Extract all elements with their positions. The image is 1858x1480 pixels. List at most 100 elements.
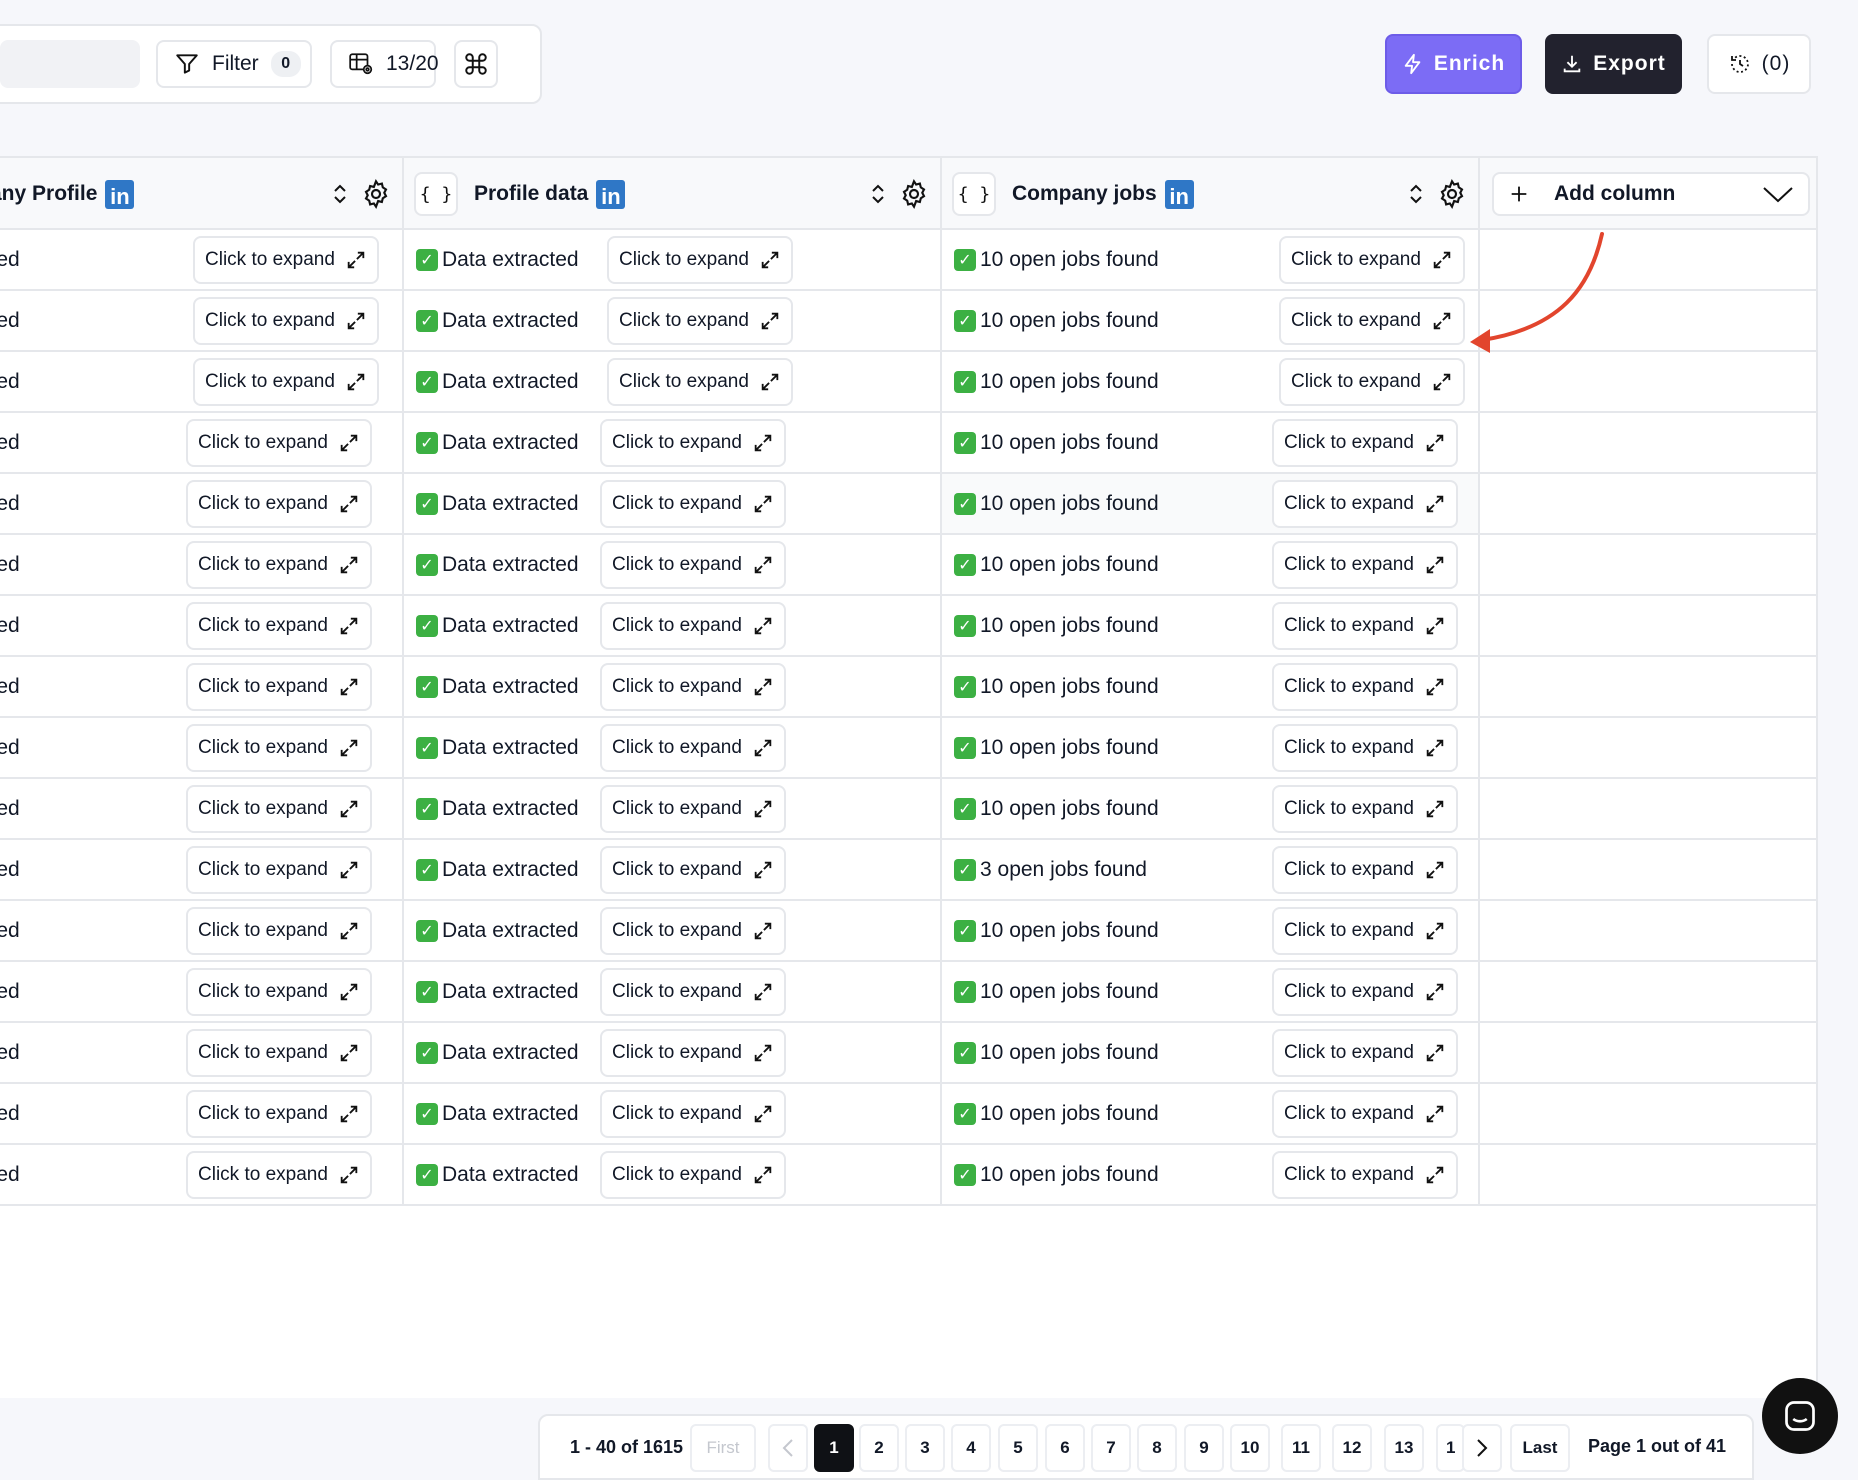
expand-button[interactable]: Click to expand — [193, 297, 379, 345]
expand-button[interactable]: Click to expand — [600, 541, 786, 589]
expand-button[interactable]: Click to expand — [600, 480, 786, 528]
expand-button[interactable]: Click to expand — [186, 907, 372, 955]
page-button[interactable]: 1 — [814, 1424, 854, 1472]
table-row[interactable]: ctedClick to expand✓Data extractedClick … — [0, 779, 1816, 840]
cell-profile-data[interactable]: ✓ Data extracted Click to expand — [404, 1023, 942, 1082]
cell-profile-data[interactable]: ✓ Data extracted Click to expand — [404, 718, 942, 777]
expand-button[interactable]: Click to expand — [607, 358, 793, 406]
expand-button[interactable]: Click to expand — [1272, 907, 1458, 955]
expand-button[interactable]: Click to expand — [186, 724, 372, 772]
cell-profile-data[interactable]: ✓ Data extracted Click to expand — [404, 230, 942, 289]
cell-profile-data[interactable]: ✓ Data extracted Click to expand — [404, 1084, 942, 1143]
page-button[interactable]: 5 — [998, 1424, 1038, 1472]
cell-profile-data[interactable]: ✓ Data extracted Click to expand — [404, 535, 942, 594]
cell-company-profile[interactable]: cted Click to expand — [0, 1145, 404, 1204]
cell-company-jobs[interactable]: ✓ 10 open jobs found Click to expand — [942, 596, 1480, 655]
expand-button[interactable]: Click to expand — [607, 297, 793, 345]
expand-button[interactable]: Click to expand — [1272, 663, 1458, 711]
table-row[interactable]: ctedClick to expand✓Data extractedClick … — [0, 1145, 1816, 1206]
cell-profile-data[interactable]: ✓ Data extracted Click to expand — [404, 352, 942, 411]
expand-button[interactable]: Click to expand — [186, 785, 372, 833]
cell-company-jobs[interactable]: ✓ 10 open jobs found Click to expand — [942, 352, 1480, 411]
cell-company-profile[interactable]: cted Click to expand — [0, 657, 404, 716]
page-button[interactable]: 8 — [1137, 1424, 1177, 1472]
table-row[interactable]: ctedClick to expand✓Data extractedClick … — [0, 535, 1816, 596]
column-header-company-jobs[interactable]: { } Company jobs in — [942, 158, 1480, 230]
expand-button[interactable]: Click to expand — [1272, 1090, 1458, 1138]
expand-button[interactable]: Click to expand — [1279, 297, 1465, 345]
expand-button[interactable]: Click to expand — [607, 236, 793, 284]
next-page-button[interactable] — [1462, 1424, 1502, 1472]
cell-company-jobs[interactable]: ✓ 10 open jobs found Click to expand — [942, 230, 1480, 289]
cell-company-jobs[interactable]: ✓ 10 open jobs found Click to expand — [942, 291, 1480, 350]
expand-button[interactable]: Click to expand — [600, 785, 786, 833]
table-row[interactable]: ctedClick to expand✓Data extractedClick … — [0, 962, 1816, 1023]
expand-button[interactable]: Click to expand — [600, 1090, 786, 1138]
cell-profile-data[interactable]: ✓ Data extracted Click to expand — [404, 596, 942, 655]
column-header-company-profile[interactable]: any Profile in — [0, 158, 404, 230]
table-row[interactable]: ctedClick to expand✓Data extractedClick … — [0, 596, 1816, 657]
cell-company-profile[interactable]: cted Click to expand — [0, 840, 404, 899]
filter-button[interactable]: Filter 0 — [156, 40, 312, 88]
expand-button[interactable]: Click to expand — [186, 663, 372, 711]
expand-button[interactable]: Click to expand — [1272, 480, 1458, 528]
cell-company-jobs[interactable]: ✓ 10 open jobs found Click to expand — [942, 718, 1480, 777]
expand-button[interactable]: Click to expand — [1279, 236, 1465, 284]
cell-company-jobs[interactable]: ✓ 10 open jobs found Click to expand — [942, 1023, 1480, 1082]
table-row[interactable]: ctedClick to expand✓Data extractedClick … — [0, 474, 1816, 535]
expand-button[interactable]: Click to expand — [1272, 1029, 1458, 1077]
cell-company-jobs[interactable]: ✓ 10 open jobs found Click to expand — [942, 474, 1480, 533]
page-button[interactable]: 7 — [1091, 1424, 1131, 1472]
table-row[interactable]: ctedClick to expand✓Data extractedClick … — [0, 840, 1816, 901]
cell-company-profile[interactable]: cted Click to expand — [0, 413, 404, 472]
expand-button[interactable]: Click to expand — [1272, 541, 1458, 589]
cell-profile-data[interactable]: ✓ Data extracted Click to expand — [404, 840, 942, 899]
cell-company-profile[interactable]: cted Click to expand — [0, 779, 404, 838]
last-page-button[interactable]: Last — [1510, 1424, 1570, 1472]
cell-company-profile[interactable]: cted Click to expand — [0, 291, 404, 350]
page-button[interactable]: 2 — [859, 1424, 899, 1472]
cell-company-jobs[interactable]: ✓ 10 open jobs found Click to expand — [942, 779, 1480, 838]
cell-company-jobs[interactable]: ✓ 10 open jobs found Click to expand — [942, 1145, 1480, 1204]
enrich-button[interactable]: Enrich — [1385, 34, 1522, 94]
expand-button[interactable]: Click to expand — [186, 1029, 372, 1077]
expand-button[interactable]: Click to expand — [600, 968, 786, 1016]
sort-icon[interactable] — [1408, 182, 1424, 206]
expand-button[interactable]: Click to expand — [1272, 1151, 1458, 1199]
cell-company-profile[interactable]: cted Click to expand — [0, 596, 404, 655]
page-button[interactable]: 9 — [1184, 1424, 1224, 1472]
search-input[interactable] — [0, 40, 140, 88]
add-column-button[interactable]: Add column — [1492, 172, 1810, 216]
expand-button[interactable]: Click to expand — [186, 1151, 372, 1199]
cell-company-profile[interactable]: cted Click to expand — [0, 1084, 404, 1143]
cell-company-jobs[interactable]: ✓ 10 open jobs found Click to expand — [942, 1084, 1480, 1143]
table-row[interactable]: ctedClick to expand✓Data extractedClick … — [0, 1084, 1816, 1145]
expand-button[interactable]: Click to expand — [186, 846, 372, 894]
expand-button[interactable]: Click to expand — [1272, 846, 1458, 894]
cell-profile-data[interactable]: ✓ Data extracted Click to expand — [404, 901, 942, 960]
cell-profile-data[interactable]: ✓ Data extracted Click to expand — [404, 474, 942, 533]
cell-company-profile[interactable]: cted Click to expand — [0, 962, 404, 1021]
expand-button[interactable]: Click to expand — [1272, 724, 1458, 772]
expand-button[interactable]: Click to expand — [600, 1029, 786, 1077]
expand-button[interactable]: Click to expand — [186, 968, 372, 1016]
cell-company-jobs[interactable]: ✓ 10 open jobs found Click to expand — [942, 657, 1480, 716]
chat-support-button[interactable] — [1762, 1378, 1838, 1454]
cell-company-jobs[interactable]: ✓ 10 open jobs found Click to expand — [942, 901, 1480, 960]
cell-company-profile[interactable]: cted Click to expand — [0, 474, 404, 533]
expand-button[interactable]: Click to expand — [1272, 785, 1458, 833]
column-header-profile-data[interactable]: { } Profile data in — [404, 158, 942, 230]
expand-button[interactable]: Click to expand — [1272, 968, 1458, 1016]
expand-button[interactable]: Click to expand — [186, 1090, 372, 1138]
cell-company-jobs[interactable]: ✓ 3 open jobs found Click to expand — [942, 840, 1480, 899]
sort-icon[interactable] — [870, 182, 886, 206]
gear-icon[interactable] — [1436, 178, 1468, 210]
cell-company-profile[interactable]: cted Click to expand — [0, 230, 404, 289]
cell-company-profile[interactable]: cted Click to expand — [0, 535, 404, 594]
cell-company-profile[interactable]: cted Click to expand — [0, 352, 404, 411]
cell-profile-data[interactable]: ✓ Data extracted Click to expand — [404, 962, 942, 1021]
expand-button[interactable]: Click to expand — [1272, 602, 1458, 650]
expand-button[interactable]: Click to expand — [600, 846, 786, 894]
table-row[interactable]: ctedClick to expand✓Data extractedClick … — [0, 413, 1816, 474]
table-row[interactable]: ctedClick to expand✓Data extractedClick … — [0, 901, 1816, 962]
